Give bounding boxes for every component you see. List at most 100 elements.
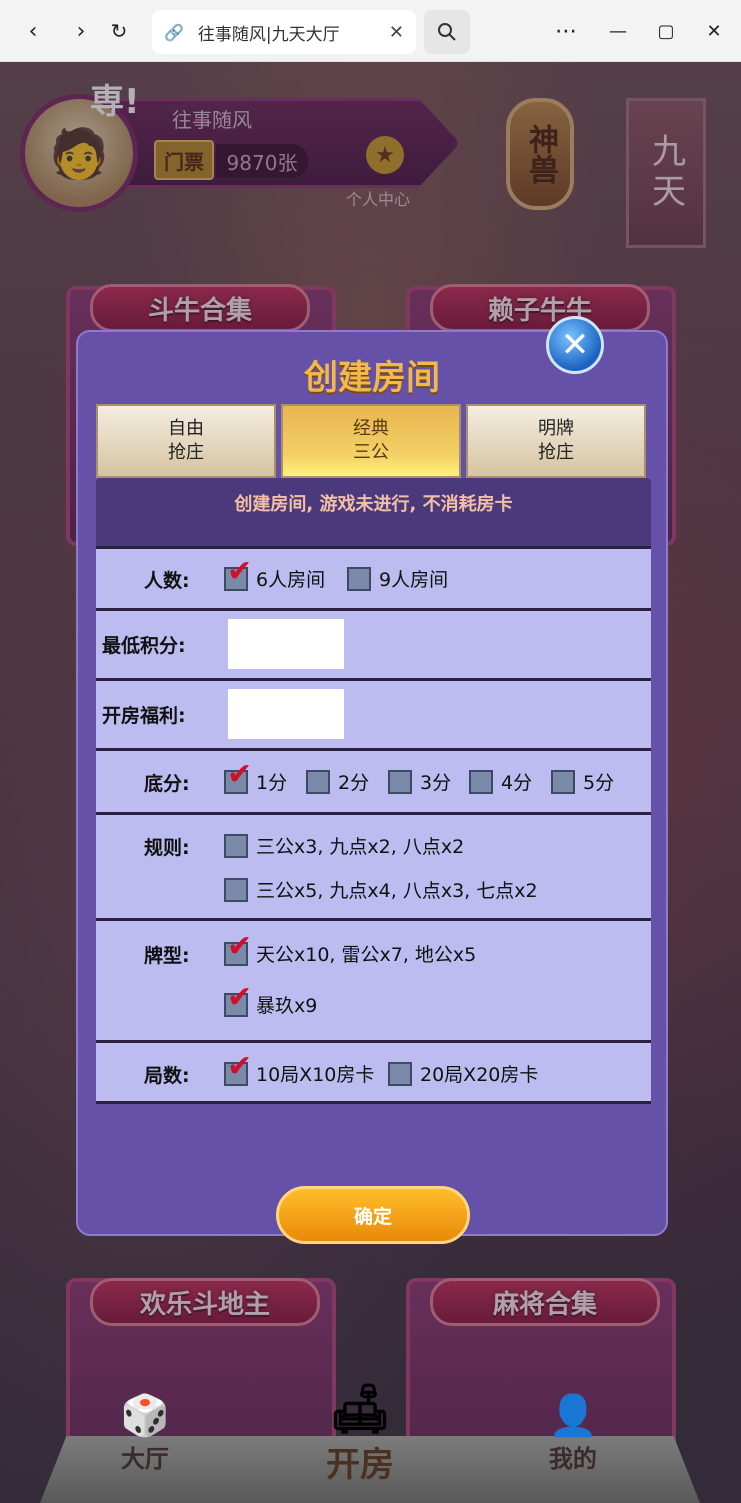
option-label: 5分 bbox=[583, 772, 615, 794]
checkbox[interactable]: ✔ bbox=[224, 759, 252, 794]
option-label: 2分 bbox=[338, 772, 370, 794]
tab-line2: 抢庄 bbox=[168, 442, 204, 463]
close-dialog-button[interactable]: ✕ bbox=[546, 316, 604, 374]
rounds-20-option[interactable]: 20局X20房卡 bbox=[388, 1060, 538, 1087]
checkbox[interactable] bbox=[306, 769, 330, 794]
welfare-label: 开房福利: bbox=[102, 705, 186, 727]
base-score-2[interactable]: 2分 bbox=[306, 768, 369, 795]
checkmark-icon: ✔ bbox=[227, 553, 253, 589]
checkmark-icon: ✔ bbox=[227, 756, 253, 792]
tab-line1: 自由 bbox=[168, 418, 204, 439]
nav-mine[interactable]: 👤 我的 bbox=[548, 1392, 598, 1474]
reload-icon[interactable]: ↻ bbox=[102, 14, 136, 48]
close-icon: ✕ bbox=[560, 325, 590, 365]
base-score-label: 底分: bbox=[144, 773, 190, 795]
confirm-button[interactable]: 确定 bbox=[276, 1186, 470, 1244]
game-lobby: 🧑 往事随风 门票 9870张 ★ 个人中心 専! 神兽 九天 斗牛合集 赖子牛… bbox=[0, 62, 741, 1503]
players-6-option[interactable]: ✔ 6人房间 bbox=[224, 556, 326, 592]
notice-text: 创建房间, 游戏未进行, 不消耗房卡 bbox=[234, 494, 513, 515]
nav-mine-label: 我的 bbox=[548, 1445, 597, 1473]
more-menu-icon[interactable]: ⋯ bbox=[546, 14, 586, 48]
option-label: 6人房间 bbox=[256, 569, 326, 591]
base-score-row: 底分: ✔ 1分 2分 3分 4分 5分 bbox=[96, 748, 651, 812]
option-label: 暴玖x9 bbox=[256, 995, 318, 1017]
nav-create[interactable]: 🛋 开房 bbox=[326, 1380, 394, 1486]
search-button[interactable] bbox=[424, 10, 470, 54]
option-label: 三公x5, 九点x4, 八点x3, 七点x2 bbox=[256, 880, 538, 902]
sofa-icon: 🛋 bbox=[329, 1381, 391, 1437]
tab-line2: 抢庄 bbox=[538, 442, 574, 463]
checkbox[interactable]: ✔ bbox=[224, 1051, 252, 1086]
rules-row: 规则: 三公x3, 九点x2, 八点x2 三公x5, 九点x4, 八点x3, 七… bbox=[96, 812, 651, 918]
checkbox[interactable]: ✔ bbox=[224, 931, 252, 966]
checkbox[interactable] bbox=[551, 769, 575, 794]
rounds-10-option[interactable]: ✔ 10局X10房卡 bbox=[224, 1051, 375, 1087]
checkbox[interactable] bbox=[388, 769, 412, 794]
checkbox[interactable]: ✔ bbox=[224, 556, 252, 591]
forward-icon[interactable]: › bbox=[64, 14, 98, 48]
checkmark-icon: ✔ bbox=[227, 928, 253, 964]
checkbox[interactable] bbox=[347, 566, 371, 591]
rules-option-1[interactable]: 三公x3, 九点x2, 八点x2 bbox=[224, 832, 464, 859]
base-score-1[interactable]: ✔ 1分 bbox=[224, 759, 288, 795]
option-label: 9人房间 bbox=[379, 569, 449, 591]
welfare-input[interactable] bbox=[228, 689, 344, 739]
base-score-3[interactable]: 3分 bbox=[388, 768, 451, 795]
nav-hall[interactable]: 🎲 大厅 bbox=[120, 1392, 170, 1474]
tab-mingpai-qiangzhuang[interactable]: 明牌 抢庄 bbox=[466, 404, 646, 478]
close-tab-icon[interactable]: ✕ bbox=[389, 22, 404, 43]
dice-icon: 🎲 bbox=[120, 1393, 170, 1439]
user-icon: 👤 bbox=[548, 1393, 598, 1439]
option-label: 4分 bbox=[501, 772, 533, 794]
link-icon: 🔗 bbox=[164, 22, 184, 42]
checkbox[interactable] bbox=[469, 769, 493, 794]
option-label: 1分 bbox=[256, 772, 288, 794]
min-score-label: 最低积分: bbox=[102, 635, 186, 657]
players-label: 人数: bbox=[144, 570, 190, 592]
rounds-label: 局数: bbox=[144, 1065, 190, 1087]
notice-banner: 创建房间, 游戏未进行, 不消耗房卡 bbox=[96, 478, 651, 546]
nav-create-label: 开房 bbox=[326, 1445, 394, 1485]
tab-line1: 经典 bbox=[353, 418, 389, 439]
back-icon[interactable]: ‹ bbox=[16, 14, 50, 48]
checkbox[interactable]: ✔ bbox=[224, 982, 252, 1017]
tab-ziyou-qiangzhuang[interactable]: 自由 抢庄 bbox=[96, 404, 276, 478]
browser-tab[interactable]: 🔗 往事随风|九天大厅 ✕ bbox=[152, 10, 416, 54]
option-label: 三公x3, 九点x2, 八点x2 bbox=[256, 836, 465, 858]
card-type-option-1[interactable]: ✔ 天公x10, 雷公x7, 地公x5 bbox=[224, 931, 477, 967]
checkmark-icon: ✔ bbox=[227, 979, 253, 1015]
nav-hall-label: 大厅 bbox=[120, 1445, 169, 1473]
tab-line2: 三公 bbox=[353, 442, 389, 463]
checkbox[interactable] bbox=[388, 1061, 412, 1086]
search-icon bbox=[438, 23, 456, 41]
rules-label: 规则: bbox=[144, 837, 190, 859]
rules-option-2[interactable]: 三公x5, 九点x4, 八点x3, 七点x2 bbox=[224, 876, 538, 903]
mode-tabs: 自由 抢庄 经典 三公 明牌 抢庄 bbox=[96, 404, 648, 478]
checkbox[interactable] bbox=[224, 877, 248, 902]
option-label: 天公x10, 雷公x7, 地公x5 bbox=[256, 944, 477, 966]
min-score-input[interactable] bbox=[228, 619, 344, 669]
option-label: 3分 bbox=[420, 772, 452, 794]
tab-title: 往事随风|九天大厅 bbox=[197, 24, 340, 45]
rounds-row: 局数: ✔ 10局X10房卡 20局X20房卡 bbox=[96, 1040, 651, 1104]
option-label: 20局X20房卡 bbox=[420, 1064, 539, 1086]
card-type-option-2[interactable]: ✔ 暴玖x9 bbox=[224, 982, 318, 1018]
window-close-icon[interactable]: ✕ bbox=[694, 14, 734, 48]
checkmark-icon: ✔ bbox=[227, 1048, 253, 1084]
players-row: 人数: ✔ 6人房间 9人房间 bbox=[96, 546, 651, 608]
create-room-dialog: 创建房间 自由 抢庄 经典 三公 明牌 抢庄 创建房间, 游戏未进行, 不消耗房… bbox=[76, 330, 668, 1244]
maximize-icon[interactable]: ▢ bbox=[646, 14, 686, 48]
base-score-5[interactable]: 5分 bbox=[551, 768, 614, 795]
minimize-icon[interactable]: — bbox=[598, 14, 638, 48]
option-label: 10局X10房卡 bbox=[256, 1064, 375, 1086]
browser-toolbar: ‹ › ↻ 🔗 往事随风|九天大厅 ✕ ⋯ — ▢ ✕ bbox=[0, 0, 741, 62]
min-score-row: 最低积分: bbox=[96, 608, 651, 678]
tab-line1: 明牌 bbox=[538, 418, 574, 439]
card-types-row: 牌型: ✔ 天公x10, 雷公x7, 地公x5 ✔ 暴玖x9 bbox=[96, 918, 651, 1040]
checkbox[interactable] bbox=[224, 833, 248, 858]
card-types-label: 牌型: bbox=[144, 945, 190, 967]
welfare-row: 开房福利: bbox=[96, 678, 651, 748]
base-score-4[interactable]: 4分 bbox=[469, 768, 532, 795]
players-9-option[interactable]: 9人房间 bbox=[347, 565, 448, 592]
tab-jingdian-sangong[interactable]: 经典 三公 bbox=[281, 404, 461, 478]
